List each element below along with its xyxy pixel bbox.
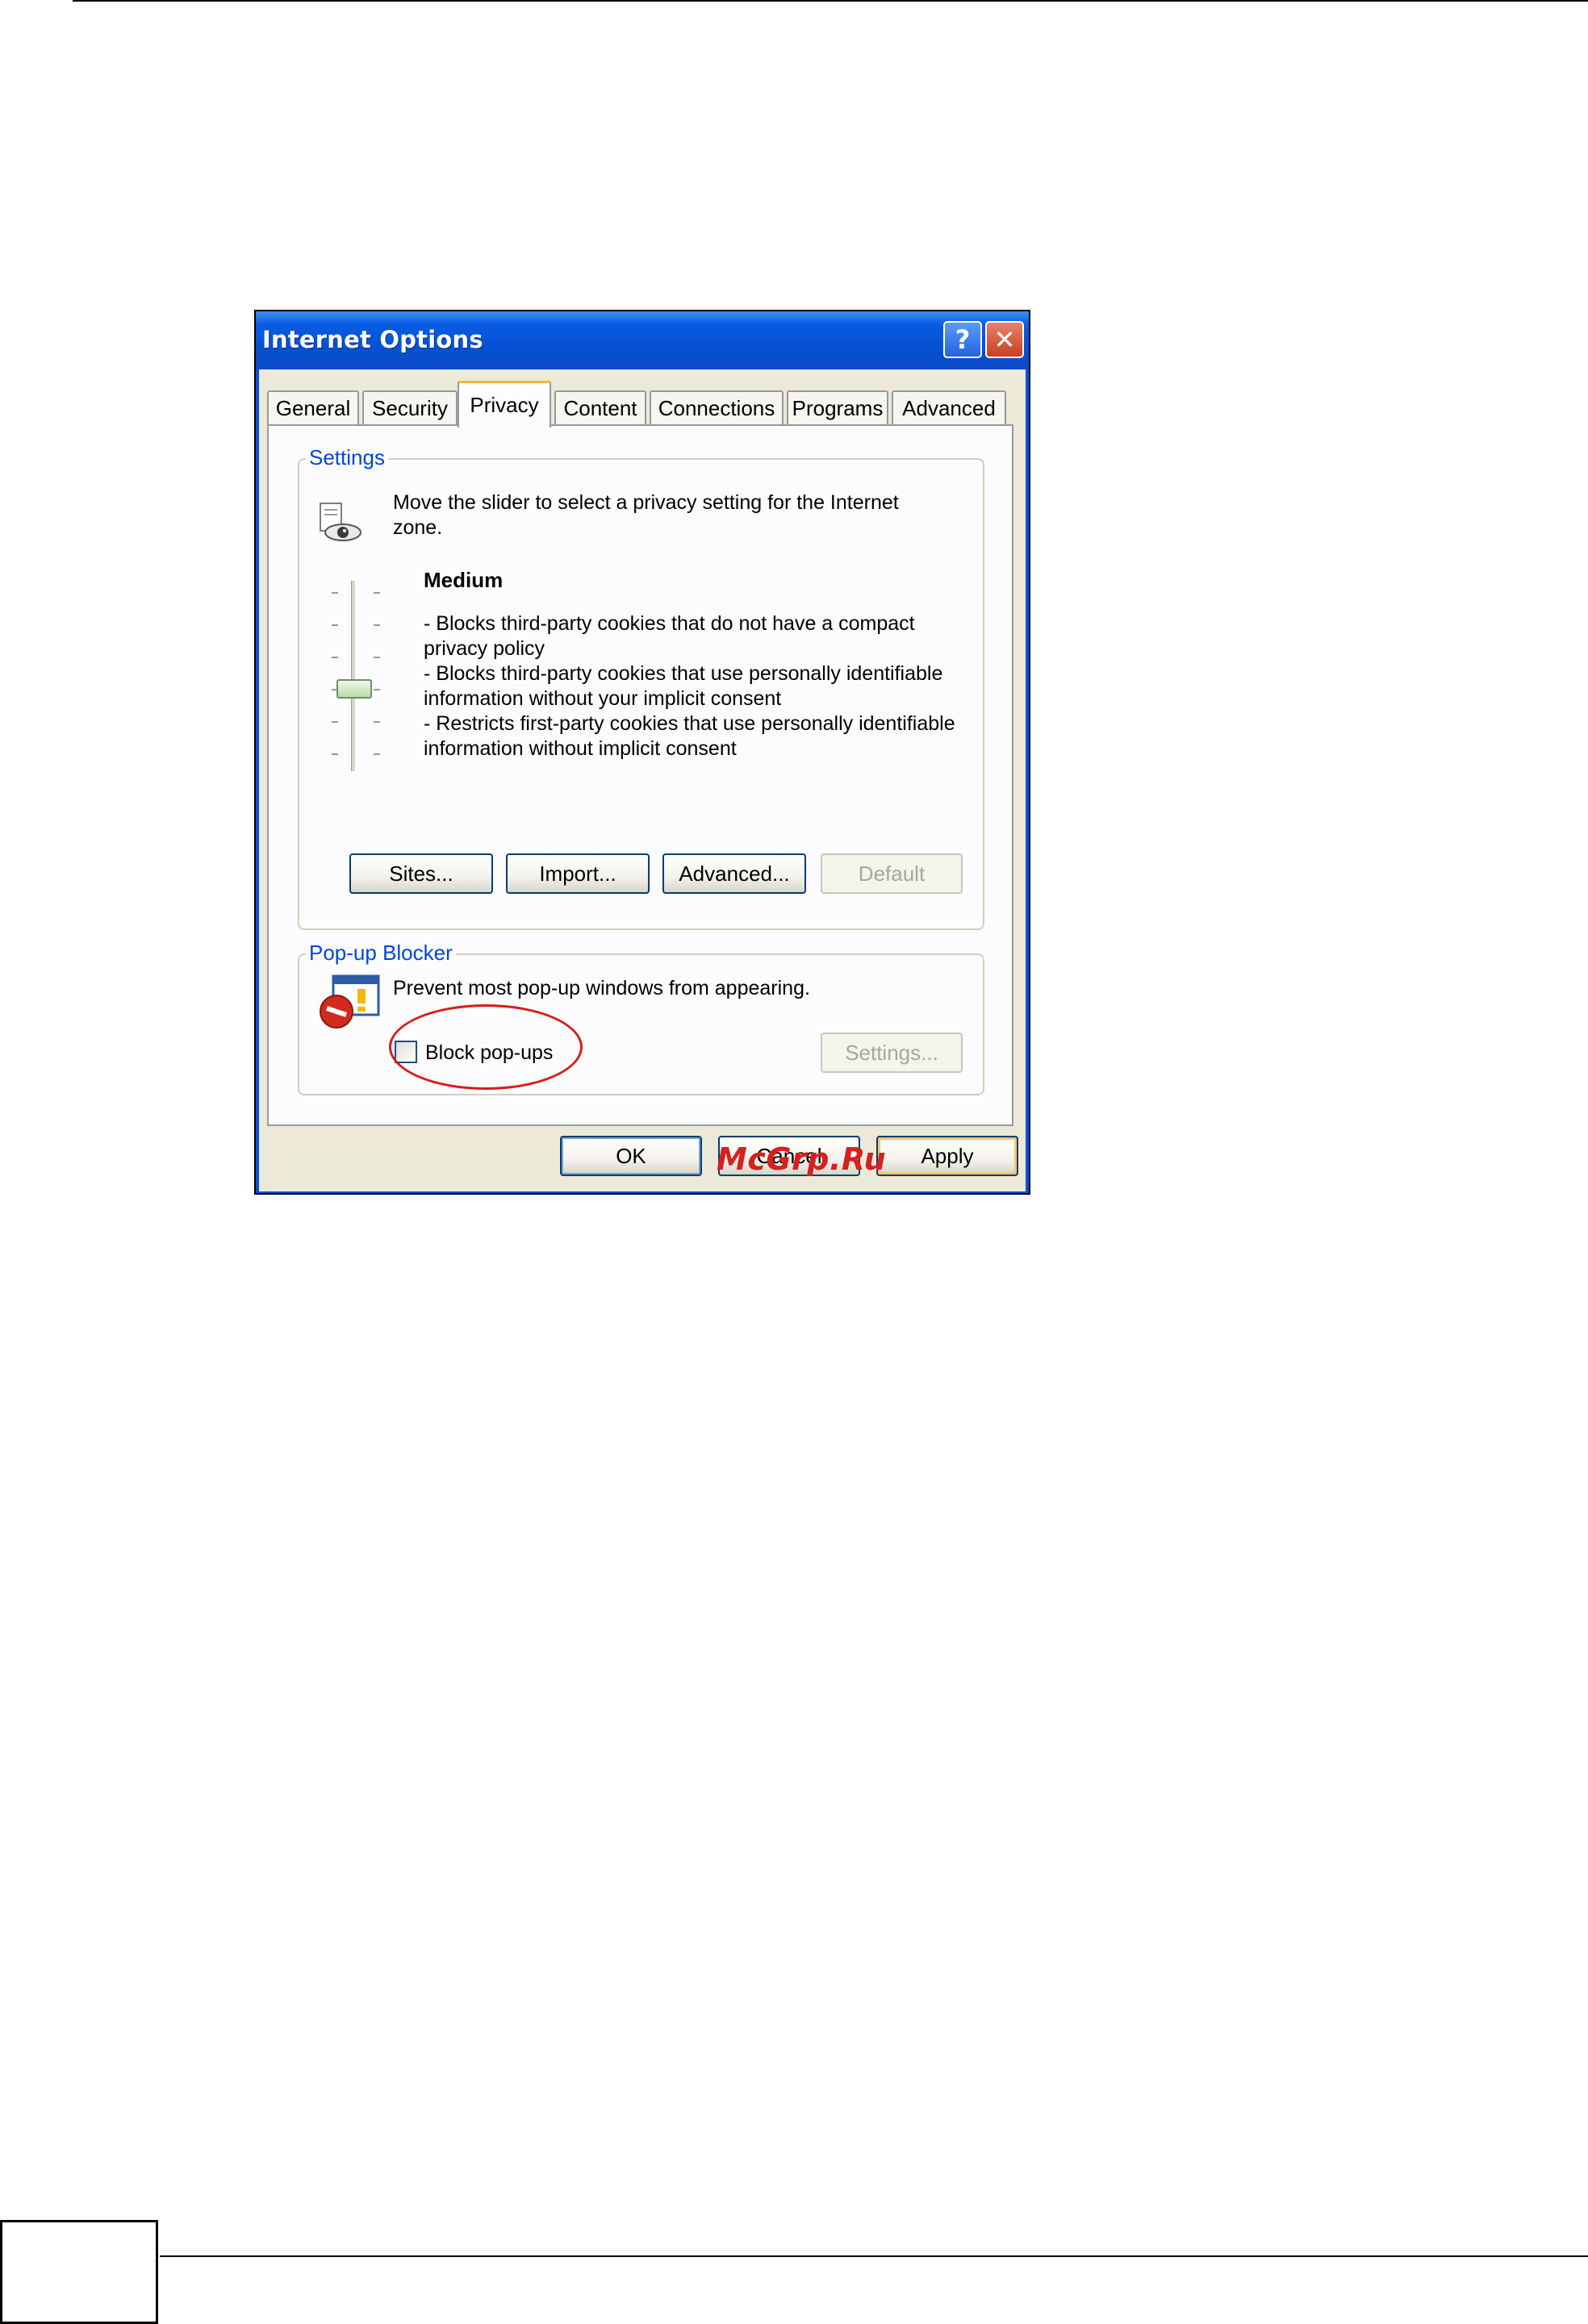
level-description-line: - Blocks third-party cookies that use pe… bbox=[424, 662, 943, 685]
sites-button[interactable]: Sites... bbox=[349, 853, 493, 894]
slider-tick bbox=[374, 721, 380, 723]
privacy-eye-icon bbox=[320, 503, 361, 541]
popup-blocked-icon bbox=[320, 974, 380, 1028]
settings-group-title: Settings bbox=[306, 445, 388, 470]
tab-connections[interactable]: Connections bbox=[650, 390, 784, 424]
level-description-line: privacy policy bbox=[424, 637, 545, 660]
slider-tick bbox=[374, 624, 380, 626]
slider-tick bbox=[332, 657, 338, 658]
tab-general[interactable]: General bbox=[267, 390, 359, 424]
advanced-button[interactable]: Advanced... bbox=[662, 853, 806, 894]
tab-security[interactable]: Security bbox=[362, 390, 458, 424]
popup-blocker-group bbox=[298, 953, 984, 1095]
tab-content[interactable]: Content bbox=[554, 390, 646, 424]
apply-button[interactable]: Apply bbox=[876, 1136, 1018, 1176]
close-icon: ✕ bbox=[993, 324, 1016, 355]
default-button[interactable]: Default bbox=[821, 853, 963, 894]
slider-tick bbox=[374, 753, 380, 755]
page-bottom-rule bbox=[160, 2255, 1588, 2257]
help-button[interactable]: ? bbox=[943, 321, 982, 358]
privacy-level-label: Medium bbox=[424, 568, 504, 592]
annotation-ellipse-block-popups bbox=[389, 1004, 583, 1090]
slider-track[interactable] bbox=[351, 581, 356, 771]
slider-tick bbox=[374, 657, 380, 658]
slider-tick bbox=[374, 592, 380, 594]
title-bar[interactable]: Internet Options ? ✕ bbox=[256, 311, 1029, 369]
popup-settings-button[interactable]: Settings... bbox=[821, 1033, 963, 1073]
page-number-box bbox=[0, 2220, 158, 2324]
level-description-line: information without your implicit consen… bbox=[424, 687, 782, 710]
page-top-rule bbox=[73, 0, 1588, 2]
slider-tick bbox=[332, 592, 338, 594]
privacy-tab-panel: Settings Move the slider to select a pri… bbox=[267, 424, 1013, 1126]
ok-button[interactable]: OK bbox=[560, 1136, 702, 1176]
settings-instruction-line2: zone. bbox=[393, 516, 443, 539]
level-description-line: - Blocks third-party cookies that do not… bbox=[424, 612, 915, 635]
close-button[interactable]: ✕ bbox=[985, 321, 1024, 358]
tab-privacy[interactable]: Privacy bbox=[458, 381, 551, 428]
internet-options-dialog: Internet Options ? ✕ General Security Pr… bbox=[254, 310, 1030, 1195]
slider-tick bbox=[374, 689, 380, 691]
import-button[interactable]: Import... bbox=[506, 853, 650, 894]
settings-instruction-line1: Move the slider to select a privacy sett… bbox=[393, 491, 899, 514]
tab-programs[interactable]: Programs bbox=[787, 390, 888, 424]
slider-tick bbox=[332, 721, 338, 723]
level-description-line: - Restricts first-party cookies that use… bbox=[424, 712, 955, 735]
tab-advanced[interactable]: Advanced bbox=[892, 390, 1006, 424]
slider-tick bbox=[332, 753, 338, 755]
window-title: Internet Options bbox=[262, 326, 483, 353]
watermark: McGrp.Ru bbox=[717, 1141, 887, 1177]
popup-blocker-description: Prevent most pop-up windows from appeari… bbox=[393, 977, 810, 999]
slider-thumb[interactable] bbox=[336, 679, 372, 699]
slider-tick bbox=[332, 624, 338, 626]
help-icon: ? bbox=[955, 324, 971, 355]
level-description-line: information without implicit consent bbox=[424, 737, 737, 760]
dialog-client-area: General Security Privacy Content Connect… bbox=[259, 369, 1026, 1191]
popup-blocker-group-title: Pop-up Blocker bbox=[306, 941, 456, 966]
